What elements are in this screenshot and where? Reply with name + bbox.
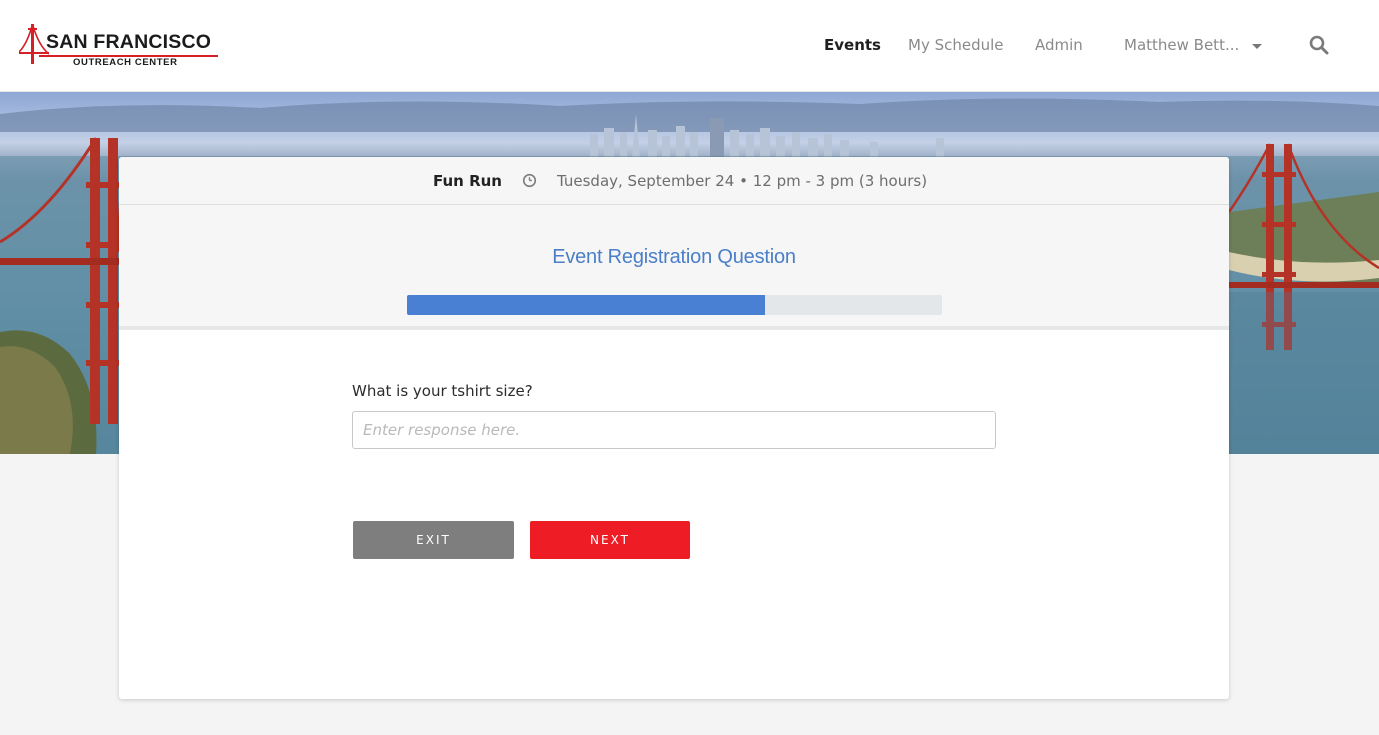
clock-icon <box>522 173 537 188</box>
event-datetime: Tuesday, September 24 • 12 pm - 3 pm (3 … <box>557 172 928 190</box>
question-label: What is your tshirt size? <box>352 382 533 400</box>
user-menu-dropdown[interactable]: Matthew Bett... <box>1124 34 1264 56</box>
chevron-down-icon <box>1252 44 1262 49</box>
tshirt-size-answer-input[interactable] <box>352 411 996 449</box>
event-summary-bar: Fun Run Tuesday, September 24 • 12 pm - … <box>119 157 1229 205</box>
user-name: Matthew Bett... <box>1124 36 1240 54</box>
logo-subtitle: Outreach Center <box>73 57 178 68</box>
registration-step-title: Event Registration Question <box>552 246 796 268</box>
search-icon[interactable] <box>1309 35 1329 55</box>
top-navigation-bar: San Francisco Outreach Center Events My … <box>0 0 1379 92</box>
nav-events-link[interactable]: Events <box>824 34 881 56</box>
main-nav: Events My Schedule Admin Matthew Bett... <box>0 34 1379 56</box>
next-button[interactable]: NEXT <box>530 521 690 559</box>
nav-admin-link[interactable]: Admin <box>1035 34 1083 56</box>
nav-my-schedule-link[interactable]: My Schedule <box>908 34 1004 56</box>
event-name: Fun Run <box>433 172 502 190</box>
progress-bar-fill <box>407 295 766 315</box>
registration-card: Fun Run Tuesday, September 24 • 12 pm - … <box>119 157 1229 699</box>
exit-button[interactable]: EXIT <box>353 521 514 559</box>
registration-progress-bar <box>407 295 942 315</box>
card-header: Fun Run Tuesday, September 24 • 12 pm - … <box>119 157 1229 330</box>
